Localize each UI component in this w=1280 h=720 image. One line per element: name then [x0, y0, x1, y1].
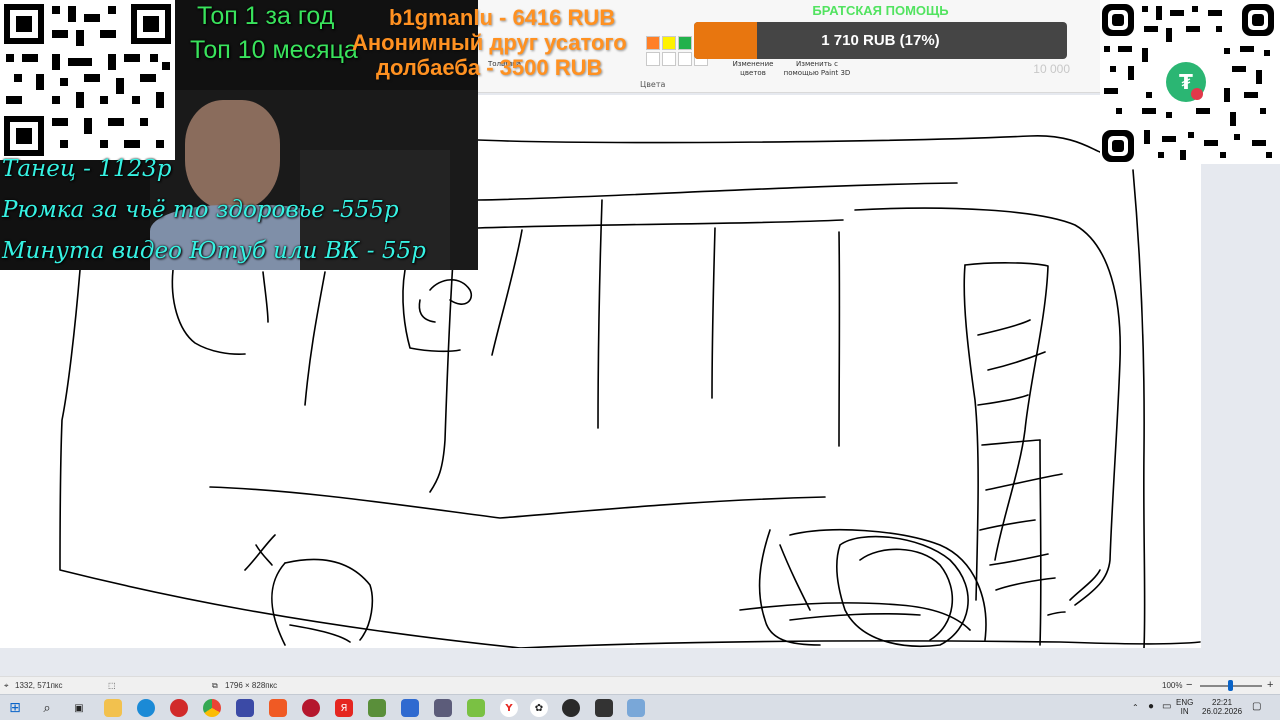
- top-donor-2-line2: долбаеба - 3500 RUB: [376, 55, 603, 80]
- color-swatch[interactable]: [662, 52, 676, 66]
- language-top: ENG: [1176, 698, 1194, 707]
- language-bottom: IN: [1180, 707, 1189, 716]
- paint-icon[interactable]: [627, 699, 645, 717]
- donation-goal-text: 1 710 RUB (17%): [821, 32, 940, 49]
- windows-icon[interactable]: ⊞: [6, 699, 24, 717]
- zoom-in-button[interactable]: +: [1267, 679, 1273, 691]
- paint-statusbar: ⌖ 1332, 571пкс ⬚ ⧉ 1796 × 828пкс 100% − …: [0, 676, 1280, 694]
- clock-time: 22:21: [1212, 698, 1233, 707]
- selection-icon: ⬚: [108, 681, 116, 690]
- clock[interactable]: 22:21 26.02.2026: [1202, 698, 1242, 716]
- svg-text:₮: ₮: [1179, 70, 1193, 94]
- opera-gx-icon[interactable]: [302, 699, 320, 717]
- openai-icon[interactable]: ✿: [530, 699, 548, 717]
- app-icon[interactable]: [595, 699, 613, 717]
- color-swatch[interactable]: [646, 36, 660, 50]
- opera-icon[interactable]: [170, 699, 188, 717]
- edit-colors-button[interactable]: Изменение цветов: [730, 60, 776, 78]
- chrome-icon[interactable]: [203, 699, 221, 717]
- cursor-icon: ⌖: [4, 681, 9, 690]
- yandex-icon[interactable]: Я: [335, 699, 353, 717]
- network-icon[interactable]: ▭: [1162, 702, 1171, 712]
- language-indicator[interactable]: ENG IN: [1176, 698, 1193, 716]
- zoom-slider-thumb[interactable]: [1228, 680, 1233, 691]
- explorer-icon[interactable]: [104, 699, 122, 717]
- app-icon[interactable]: [467, 699, 485, 717]
- paint3d-button[interactable]: Изменить с помощью Paint 3D: [782, 60, 852, 78]
- minecraft-icon[interactable]: [368, 699, 386, 717]
- yandex-browser-icon[interactable]: Y: [500, 699, 518, 717]
- notifications-icon[interactable]: ▢: [1252, 702, 1261, 712]
- price-dance: Танец - 1123р: [2, 156, 172, 182]
- microphone-icon[interactable]: ●: [1148, 702, 1154, 712]
- edge-icon[interactable]: [137, 699, 155, 717]
- price-shot: Рюмка за чьё то здоровье -555р: [2, 197, 399, 223]
- app-icon[interactable]: [401, 699, 419, 717]
- task-view-icon[interactable]: ▣: [70, 699, 88, 717]
- qr-code-left: [0, 0, 175, 160]
- top-year-text: Топ 1 за год: [197, 2, 335, 30]
- color-swatch[interactable]: [678, 36, 692, 50]
- donation-goal-target: 10 000: [1033, 62, 1070, 76]
- app-icon[interactable]: [434, 699, 452, 717]
- canvas-size: 1796 × 828пкс: [225, 681, 278, 690]
- canvas-size-icon: ⧉: [212, 681, 218, 690]
- obs-icon[interactable]: [562, 699, 580, 717]
- donation-goal-bar: 1 710 RUB (17%): [694, 22, 1067, 59]
- color-swatch[interactable]: [646, 52, 660, 66]
- color-swatch[interactable]: [678, 52, 692, 66]
- top-donor-2-line1: Анонимный друг усатого: [352, 30, 627, 55]
- top-donor-1: b1gmanlu - 6416 RUB: [389, 5, 616, 30]
- zoom-level: 100%: [1162, 681, 1183, 690]
- color-swatch[interactable]: [662, 36, 676, 50]
- brave-icon[interactable]: [269, 699, 287, 717]
- streamer-face: [185, 100, 280, 210]
- colors-group-label: Цвета: [640, 80, 666, 89]
- zoom-out-button[interactable]: −: [1186, 679, 1192, 691]
- qr-code-right: ₮: [1100, 0, 1280, 164]
- tray-overflow-icon[interactable]: ⌃: [1132, 703, 1139, 712]
- top-month-text: Топ 10 месяца: [190, 36, 358, 64]
- donation-goal-title: БРАТСКАЯ ПОМОЩЬ: [812, 3, 949, 18]
- price-video: Минута видео Ютуб или ВК - 55р: [2, 238, 426, 264]
- cursor-position: 1332, 571пкс: [15, 681, 63, 690]
- search-icon[interactable]: ⌕: [38, 699, 56, 717]
- clock-date: 26.02.2026: [1202, 707, 1243, 716]
- windows-taskbar: ⊞ ⌕ ▣ Я Y ✿ ⌃ ● ▭ ENG IN 22:21 26.02.202…: [0, 694, 1280, 720]
- app-icon[interactable]: [236, 699, 254, 717]
